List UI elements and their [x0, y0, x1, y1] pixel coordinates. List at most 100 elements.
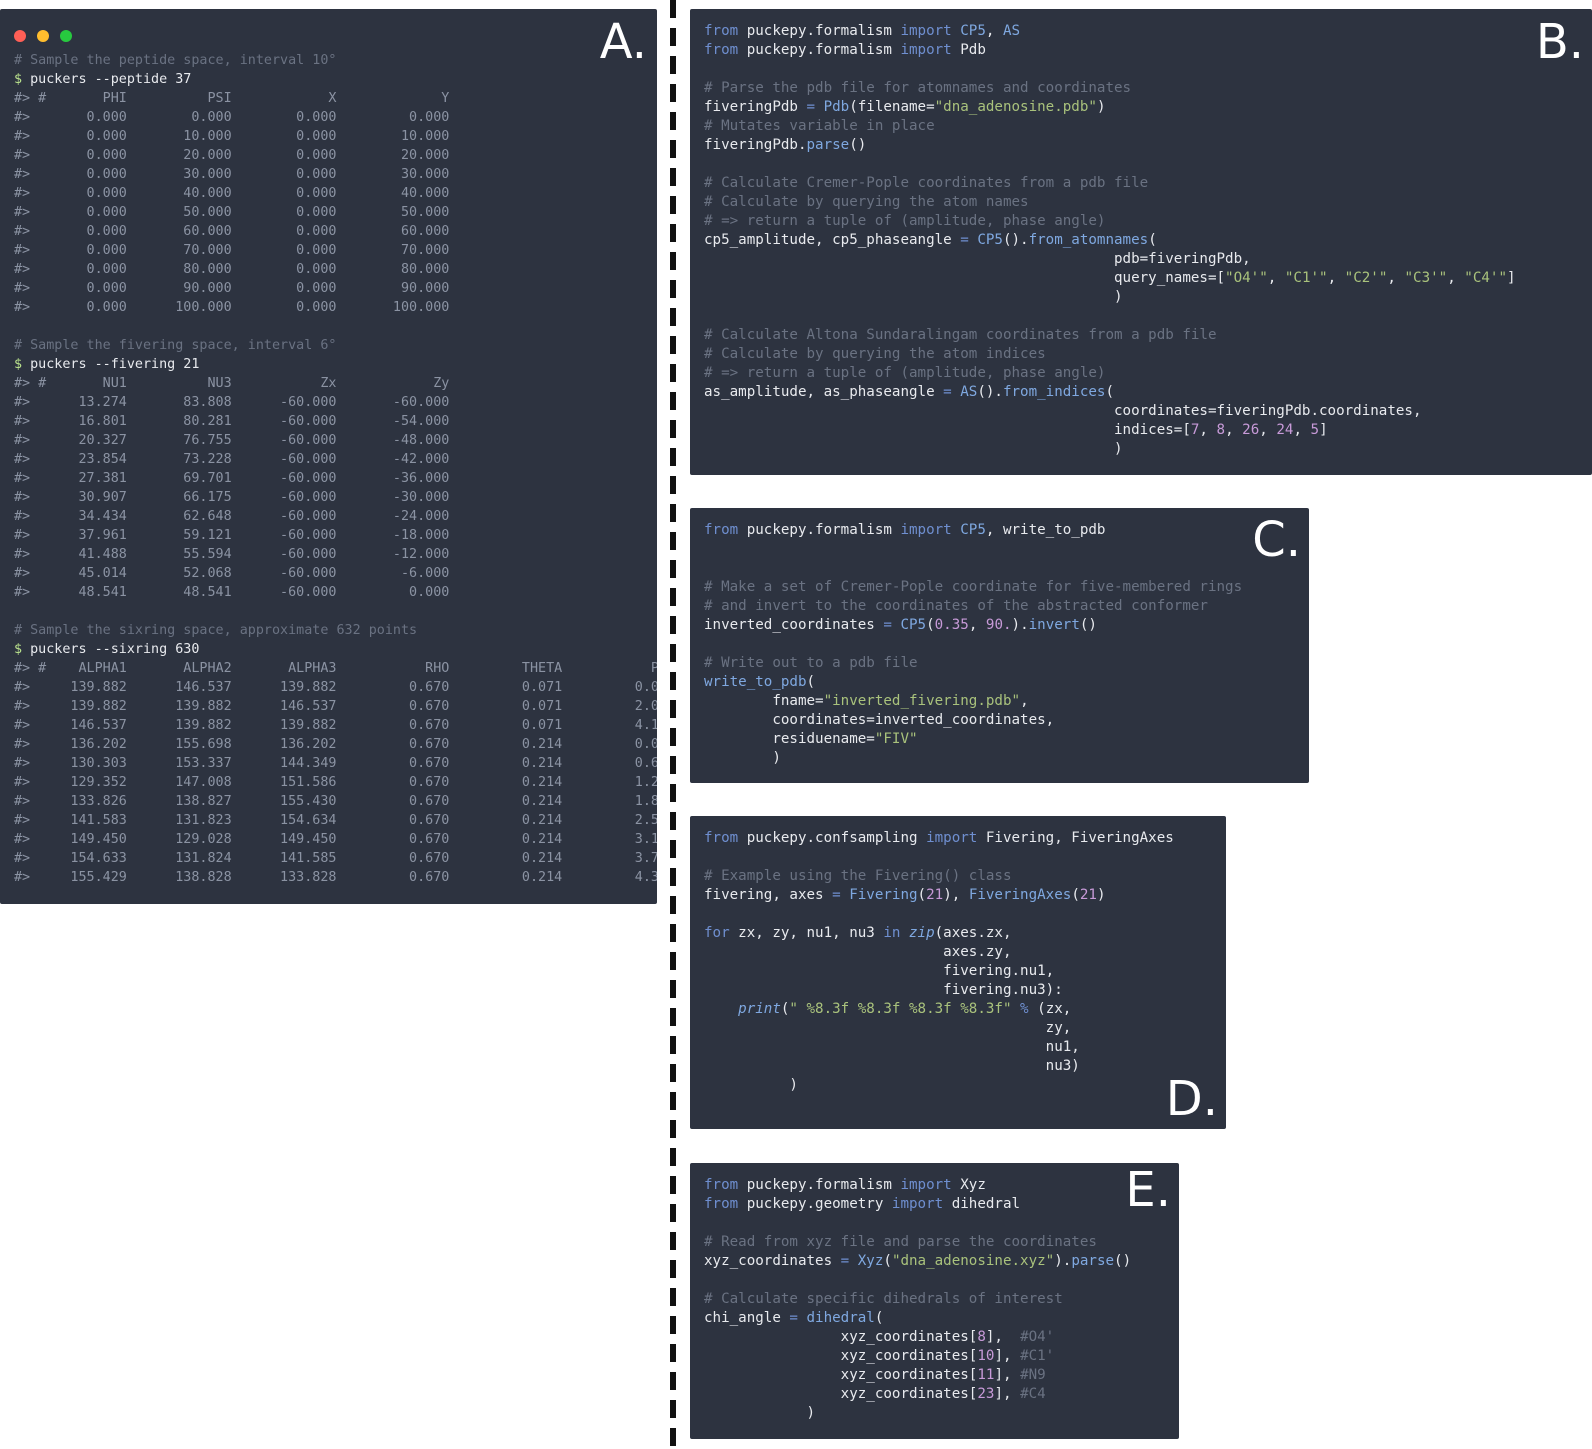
identifier: AS	[1002, 23, 1021, 39]
comment: #N9	[1020, 1367, 1046, 1383]
comment: # Sample the peptide space, interval 10°	[14, 53, 337, 68]
code-text: ()	[849, 137, 867, 153]
code-line: #> 149.450 129.028 149.450 0.670 0.214 3…	[14, 830, 657, 849]
close-dot[interactable]	[14, 30, 26, 42]
identifier: dihedral	[797, 1310, 875, 1326]
code-line: write_to_pdb(	[704, 673, 1242, 692]
code-block: from puckepy.formalism import Xyz from pu…	[704, 1176, 1131, 1423]
code-line: fiveringPdb.parse()	[704, 136, 1516, 155]
comment: #O4'	[1020, 1329, 1055, 1345]
code-text: )	[704, 1405, 816, 1421]
code-line: #> # ALPHA1 ALPHA2 ALPHA3 RHO THETA PHI	[14, 659, 657, 678]
output-text: #> 136.202 155.698 136.202 0.670 0.214 0…	[14, 737, 657, 752]
code-text: puckepy.formalism	[738, 1177, 901, 1193]
comment: # Calculate Cremer-Pople coordinates fro…	[704, 175, 1149, 191]
code-text: fiveringPdb	[704, 99, 807, 115]
code-line: #> 0.000 90.000 0.000 90.000	[14, 279, 657, 298]
string-literal: " %8.3f %8.3f %8.3f %8.3f"	[789, 1001, 1012, 1017]
code-text: Fivering, FiveringAxes	[977, 830, 1174, 846]
output-text: #> 0.000 20.000 0.000 20.000	[14, 148, 450, 163]
code-line: #> 0.000 100.000 0.000 100.000	[14, 298, 657, 317]
code-text: coordinates=inverted_coordinates,	[704, 712, 1055, 728]
code-text: puckepy.formalism	[738, 23, 901, 39]
code-text: xyz_coordinates[	[704, 1386, 978, 1402]
code-text: (	[874, 1310, 884, 1326]
keyword: =	[806, 99, 816, 115]
code-text: )	[704, 441, 1123, 457]
code-text: )	[704, 1077, 798, 1093]
code-text: ()	[1079, 617, 1097, 633]
code-line: fivering.nu3):	[704, 981, 1174, 1000]
code-text: xyz_coordinates[	[704, 1329, 978, 1345]
code-text: ,	[985, 23, 1003, 39]
number-literal: 8	[1216, 422, 1226, 438]
output-text: #> 155.429 138.828 133.828 0.670 0.214 4…	[14, 870, 657, 885]
output-text: #> 20.327 76.755 -60.000 -48.000	[14, 433, 450, 448]
code-line: $ puckers --sixring 630	[14, 640, 657, 659]
string-literal: "FIV"	[874, 731, 918, 747]
output-text: #> 130.303 153.337 144.349 0.670 0.214 0…	[14, 756, 657, 771]
keyword: =	[943, 384, 952, 400]
keyword: from	[704, 830, 739, 846]
identifier: Xyz	[849, 1253, 884, 1269]
code-text: (	[806, 674, 816, 690]
keyword: =	[789, 1310, 798, 1326]
identifier: Pdb	[815, 99, 850, 115]
code-line: query_names=["O4'", "C1'", "C2'", "C3'",…	[704, 269, 1516, 288]
minimize-dot[interactable]	[37, 30, 49, 42]
code-line: print(" %8.3f %8.3f %8.3f %8.3f" % (zx,	[704, 1000, 1174, 1019]
keyword: import	[900, 42, 952, 58]
code-line: #> 23.854 73.228 -60.000 -42.000	[14, 450, 657, 469]
string-literal: "dna_adenosine.xyz"	[891, 1253, 1055, 1269]
output-text: #> 30.907 66.175 -60.000 -30.000	[14, 490, 450, 505]
code-line: # Make a set of Cremer-Pople coordinate …	[704, 578, 1242, 597]
number-literal: 26	[1242, 422, 1260, 438]
code-line: coordinates=fiveringPdb.coordinates,	[704, 402, 1516, 421]
number-literal: 11	[977, 1367, 995, 1383]
maximize-dot[interactable]	[60, 30, 72, 42]
code-line: from puckepy.geometry import dihedral	[704, 1195, 1131, 1214]
output-text: #> 129.352 147.008 151.586 0.670 0.214 1…	[14, 775, 657, 790]
output-text: #> 146.537 139.882 139.882 0.670 0.071 4…	[14, 718, 657, 733]
shell-prompt: $	[14, 642, 31, 657]
code-line: fivering, axes = Fivering(21), FiveringA…	[704, 886, 1174, 905]
code-line: )	[704, 440, 1516, 459]
comment: # Calculate by querying the atom names	[704, 194, 1029, 210]
keyword: %	[1011, 1001, 1029, 1017]
code-text: axes.zy,	[704, 944, 1012, 960]
code-text: (	[883, 1253, 892, 1269]
code-text: ).	[1054, 1253, 1072, 1269]
identifier: from_atomnames	[1028, 232, 1149, 248]
code-text: nu3)	[704, 1058, 1080, 1074]
code-text: )	[704, 289, 1123, 305]
code-line: # Mutates variable in place	[704, 117, 1516, 136]
comment: # Read from xyz file and parse the coord…	[704, 1234, 1097, 1250]
code-line: #> 141.583 131.823 154.634 0.670 0.214 2…	[14, 811, 657, 830]
code-line: # Write out to a pdb file	[704, 654, 1242, 673]
output-text: #> 141.583 131.823 154.634 0.670 0.214 2…	[14, 813, 657, 828]
code-line: #> 0.000 20.000 0.000 20.000	[14, 146, 657, 165]
code-text: , write_to_pdb	[985, 522, 1106, 538]
code-block: from puckepy.confsampling import Fiverin…	[704, 829, 1174, 1095]
code-text: xyz_coordinates[	[704, 1367, 978, 1383]
shell-prompt: $	[14, 357, 31, 372]
code-text: ],	[994, 1367, 1021, 1383]
string-literal: "O4'"	[1225, 270, 1268, 286]
number-literal: 24	[1276, 422, 1294, 438]
code-line: #> 155.429 138.828 133.828 0.670 0.214 4…	[14, 868, 657, 887]
code-line: #> 13.274 83.808 -60.000 -60.000	[14, 393, 657, 412]
keyword: import	[926, 830, 978, 846]
code-line: #> 154.633 131.824 141.585 0.670 0.214 3…	[14, 849, 657, 868]
keyword: import	[900, 1177, 952, 1193]
code-line: # Calculate by querying the atom names	[704, 193, 1516, 212]
code-line: $ puckers --fivering 21	[14, 355, 657, 374]
code-line: fivering.nu1,	[704, 962, 1174, 981]
code-text: (	[917, 887, 927, 903]
keyword: from	[704, 522, 739, 538]
comment: # Make a set of Cremer-Pople coordinate …	[704, 579, 1243, 595]
